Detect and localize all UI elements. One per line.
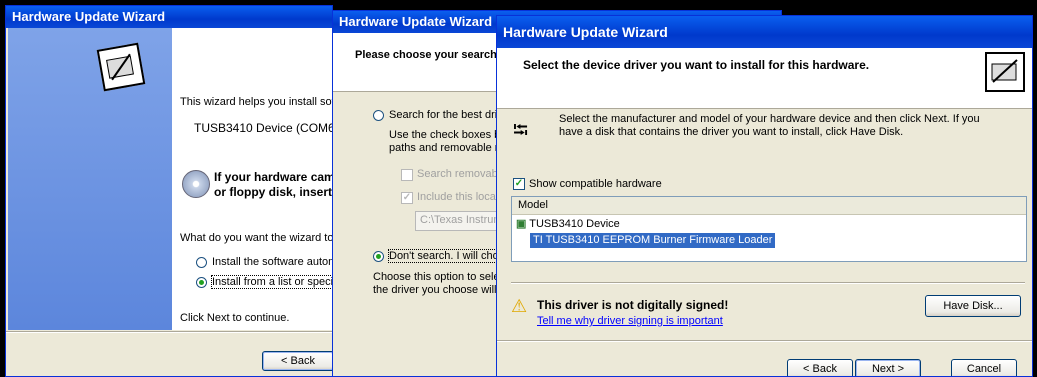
wizard-window-1: Hardware Update Wizard This wizard helps… [5,5,333,377]
back-button[interactable]: < Back [787,359,853,376]
radio-install-automatically[interactable] [196,257,207,268]
chk-removable-label[interactable]: Search removable [417,168,506,180]
opt-search-label[interactable]: Search for the best driver [389,109,513,121]
warning-text: This driver is not digitally signed! [537,298,729,312]
instruction-line1: Select the manufacturer and model of you… [559,113,980,125]
wizard-content: This wizard helps you install softw TUSB… [172,28,332,330]
column-header-model[interactable]: Model [512,197,1026,215]
cancel-button[interactable]: Cancel [951,359,1017,376]
header-panel: Select the device driver you want to ins… [497,48,1032,109]
checkbox-show-compatible[interactable]: ✓ [513,178,525,190]
checkbox-search-removable[interactable] [401,169,413,181]
instruction-line2: have a disk that contains the driver you… [559,126,904,138]
cd-instruction-line2: or floppy disk, insert [214,185,333,199]
warning-icon: ⚠ [511,296,528,316]
hardware-wizard-icon [985,52,1025,92]
checkbox-include-location[interactable]: ✓ [401,192,413,204]
model-listview[interactable]: Model ▣ TUSB3410 Device TI TUSB3410 EEPR… [511,196,1027,262]
footer-separator [497,340,1032,342]
show-compatible-label[interactable]: Show compatible hardware [529,178,662,190]
wizard-window-3: Hardware Update Wizard Select the device… [496,15,1033,377]
cd-instruction-line1: If your hardware cam [214,170,333,184]
window-title: Hardware Update Wizard [497,16,1032,48]
footer-separator [6,331,332,333]
device-icon: ▣ [516,218,527,230]
dont-description-line2: the driver you choose will [373,284,497,296]
opt-dont-label[interactable]: Don't search. I will choos [387,249,512,263]
path-combobox[interactable]: C:\Texas Instrume [415,211,509,231]
header-title: Please choose your search [355,49,497,61]
have-disk-button[interactable]: Have Disk... [925,295,1021,317]
window-title: Hardware Update Wizard [6,6,332,28]
opt-auto-label[interactable]: Install the software automa [212,256,332,268]
next-hint: Click Next to continue. [180,312,290,324]
search-description-line1: Use the check boxes bel [389,129,509,141]
model-name: TUSB3410 Device [529,218,620,230]
radio-search-best-driver[interactable] [373,110,384,121]
back-button[interactable]: < Back [262,351,332,371]
list-item[interactable]: ▣ TUSB3410 Device [516,217,620,232]
list-separator [511,282,1025,284]
radio-install-from-list[interactable] [196,277,207,288]
dont-description-line1: Choose this option to sele [373,271,500,283]
usb-icon: ⭾ [513,120,529,142]
radio-dont-search[interactable] [373,251,384,262]
device-name: TUSB3410 Device (COM68) [194,121,333,135]
list-item-selected[interactable]: TI TUSB3410 EEPROM Burner Firmware Loade… [530,233,776,248]
question-text: What do you want the wizard to [180,232,333,244]
wizard-sidebar [8,28,172,330]
opt-list-label[interactable]: Install from a list or specific [210,275,332,289]
header-title: Select the device driver you want to ins… [523,58,870,72]
cd-icon [182,170,210,198]
intro-text: This wizard helps you install softw [180,96,333,108]
hardware-wizard-icon [96,42,146,92]
next-button[interactable]: Next > [855,359,921,376]
driver-signing-link[interactable]: Tell me why driver signing is important [537,315,723,327]
